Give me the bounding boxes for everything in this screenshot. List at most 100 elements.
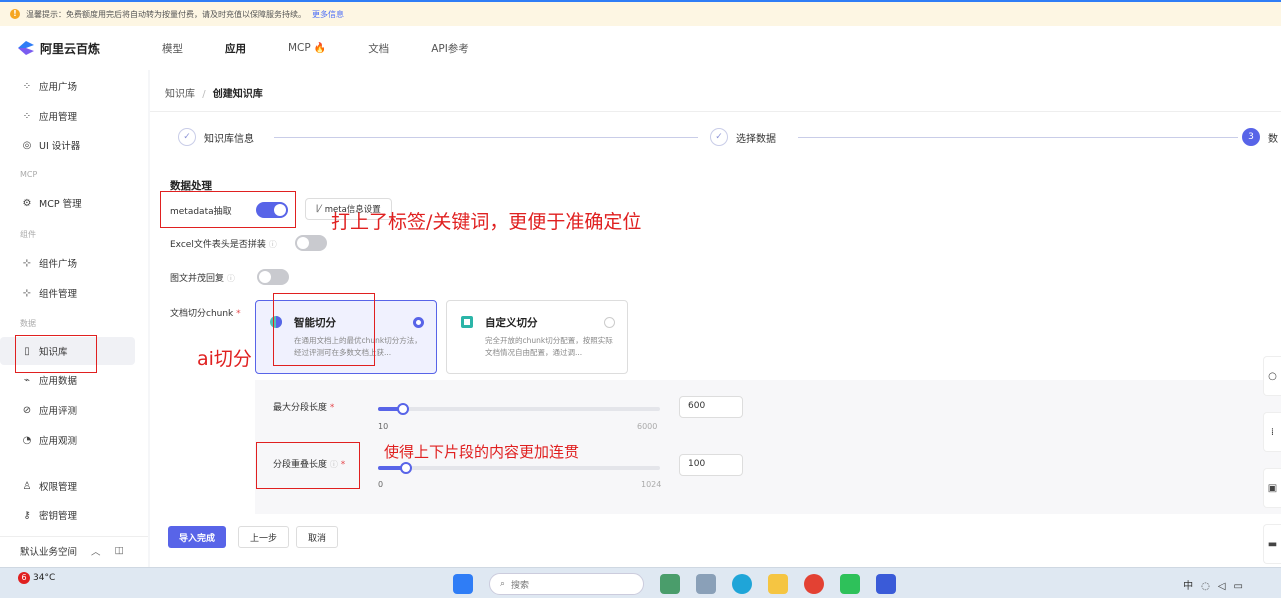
slider-thumb[interactable] [400, 462, 412, 474]
chunk-option-title: 智能切分 [294, 317, 336, 329]
chunk-label-text: 文档切分chunk [170, 309, 234, 319]
sidebar-item-app-plaza[interactable]: ⁘ 应用广场 [0, 72, 135, 100]
palette-icon: ◎ [22, 139, 32, 151]
step-label: 选择数据 [736, 133, 776, 145]
overlap-slider[interactable] [378, 462, 660, 474]
toggle-knob [259, 271, 271, 283]
book-icon: ▯ [24, 345, 30, 357]
key-icon: ⚷ [23, 509, 31, 521]
breadcrumb-parent[interactable]: 知识库 [165, 89, 195, 100]
step-label: 数 [1268, 133, 1278, 145]
nav-mcp[interactable]: MCP 🔥 [288, 42, 326, 54]
divider [150, 111, 1281, 112]
nav-docs[interactable]: 文档 [368, 41, 389, 56]
radio-checked[interactable] [413, 317, 424, 328]
chunk-option-desc: 完全开放的chunk切分配置，按照实际文档情况自由配置，通过调... [485, 336, 613, 357]
wifi-icon[interactable]: ◌ [1201, 581, 1218, 592]
step-kb-info: ✓ 知识库信息 [178, 128, 254, 146]
excel-header-toggle[interactable] [295, 235, 327, 251]
sidebar-item-app-manage[interactable]: ⁘ 应用管理 [0, 102, 135, 130]
workspace-name: 默认业务空间 [20, 546, 78, 558]
nav-model[interactable]: 模型 [162, 41, 183, 56]
sidebar-item-app-observe[interactable]: ◔ 应用观测 [0, 426, 135, 454]
excel-header-label: Excel文件表头是否拼装 ⓘ [170, 237, 277, 250]
float-tool-lock-icon[interactable]: ▬ [1263, 524, 1281, 564]
sidebar-item-app-data[interactable]: ⌁ 应用数据 [0, 366, 135, 394]
windows-start-icon[interactable] [453, 574, 473, 594]
app-landscape-icon[interactable] [660, 574, 680, 594]
brand[interactable]: 阿里云百炼 [0, 40, 150, 57]
wechat-icon[interactable] [840, 574, 860, 594]
main-area: 知识库 / 创建知识库 ✓ 知识库信息 ✓ 选择数据 3 数 数据处理 meta… [148, 70, 1281, 567]
float-tool-search-icon[interactable]: ○ [1263, 356, 1281, 396]
max-length-max: 6000 [637, 422, 658, 431]
float-tool-image-icon[interactable]: ▣ [1263, 468, 1281, 508]
sidebar-item-label: 应用观测 [39, 436, 78, 447]
sidebar-item-mcp-manage[interactable]: ⚙ MCP 管理 [0, 189, 135, 217]
required-mark: * [236, 309, 241, 319]
workspace-switcher[interactable]: 默认业务空间 ︿ ◫ [0, 536, 148, 564]
notification-badge: 6 [18, 572, 30, 584]
notice-more-link[interactable]: 更多信息 [312, 9, 344, 20]
max-length-text: 最大分段长度 [273, 403, 328, 413]
weather-widget[interactable]: 6 34°C [18, 572, 55, 584]
panel-toggle-icon[interactable]: ◫ [115, 545, 124, 556]
sidebar-section-component: 组件 [20, 230, 36, 239]
notice-bar: ! 温馨提示：免费额度用完后将自动转为按量付费，请及时充值以保障服务持续。 更多… [0, 0, 1281, 26]
max-length-slider[interactable] [378, 403, 660, 415]
chevron-up-icon[interactable]: ︿ [91, 544, 101, 558]
sidebar-item-ui-designer[interactable]: ◎ UI 设计器 [0, 131, 135, 159]
overlap-input[interactable]: 100 [679, 454, 743, 476]
radio-unchecked[interactable] [604, 317, 615, 328]
overlap-text: 分段重叠长度 [273, 460, 328, 470]
ide-icon[interactable] [876, 574, 896, 594]
taskbar-search[interactable]: ⌕ 搜索 [489, 573, 644, 595]
sidebar-item-permission[interactable]: ♙ 权限管理 [0, 472, 135, 500]
chrome-icon[interactable] [804, 574, 824, 594]
help-icon: ⓘ [329, 460, 338, 469]
brand-logo-icon [18, 41, 34, 55]
sidebar-item-component-manage[interactable]: ⊹ 组件管理 [0, 279, 135, 307]
annotation-text-overlap: 使得上下片段的内容更加连贯 [384, 443, 580, 461]
chunk-option-custom[interactable]: 自定义切分 完全开放的chunk切分配置，按照实际文档情况自由配置，通过调... [446, 300, 628, 374]
sidebar-item-label: 组件管理 [39, 289, 78, 300]
prev-step-button[interactable]: 上一步 [238, 526, 290, 548]
sidebar-item-label: MCP 管理 [39, 199, 82, 210]
ime-icon[interactable]: 中 [1183, 581, 1201, 592]
image-reply-toggle[interactable] [257, 269, 289, 285]
import-done-button[interactable]: 导入完成 [168, 526, 227, 548]
edge-browser-icon[interactable] [732, 574, 752, 594]
sidebar-item-key-manage[interactable]: ⚷ 密钥管理 [0, 501, 135, 529]
sidebar-item-knowledge-base[interactable]: ▯ 知识库 [0, 337, 135, 365]
file-explorer-icon[interactable] [768, 574, 788, 594]
sidebar-section-data: 数据 [20, 319, 36, 328]
metadata-toggle[interactable] [256, 202, 288, 218]
evaluate-icon: ⊘ [22, 404, 32, 416]
nav-mcp-label: MCP [288, 42, 311, 54]
volume-icon[interactable]: ◁ [1218, 581, 1234, 592]
sidebar-item-label: 应用广场 [39, 82, 78, 93]
battery-icon[interactable]: ▭ [1234, 581, 1251, 592]
sidebar-item-label: 应用数据 [39, 376, 78, 387]
grid-icon: ⁘ [22, 110, 32, 122]
annotation-text-metadata: 打上了标签/关键词，更便于准确定位 [331, 211, 642, 233]
notice-text: 温馨提示：免费额度用完后将自动转为按量付费，请及时充值以保障服务持续。 [26, 9, 306, 19]
step-number: 3 [1242, 128, 1260, 146]
breadcrumb: 知识库 / 创建知识库 [165, 85, 263, 100]
top-nav-bar: 阿里云百炼 模型 应用 MCP 🔥 文档 API参考 [0, 26, 1281, 70]
sidebar-item-label: 知识库 [39, 347, 68, 358]
chart-icon: ⌁ [23, 374, 31, 386]
temperature: 34°C [33, 573, 56, 583]
chunk-option-smart[interactable]: 智能切分 在通用文档上的最优chunk切分方法，经过评测可在多数文档上获... [255, 300, 437, 374]
check-icon: ✓ [710, 128, 728, 146]
required-mark: * [340, 460, 346, 470]
app-taskview-icon[interactable] [696, 574, 716, 594]
max-length-input[interactable]: 600 [679, 396, 743, 418]
slider-thumb[interactable] [397, 403, 409, 415]
sidebar-item-component-plaza[interactable]: ⊹ 组件广场 [0, 249, 135, 277]
sidebar-item-app-evaluate[interactable]: ⊘ 应用评测 [0, 396, 135, 424]
nav-api[interactable]: API参考 [431, 41, 469, 56]
nav-app[interactable]: 应用 [225, 41, 246, 56]
cancel-button[interactable]: 取消 [296, 526, 339, 548]
float-tool-grid-icon[interactable]: ⁞ [1263, 412, 1281, 452]
